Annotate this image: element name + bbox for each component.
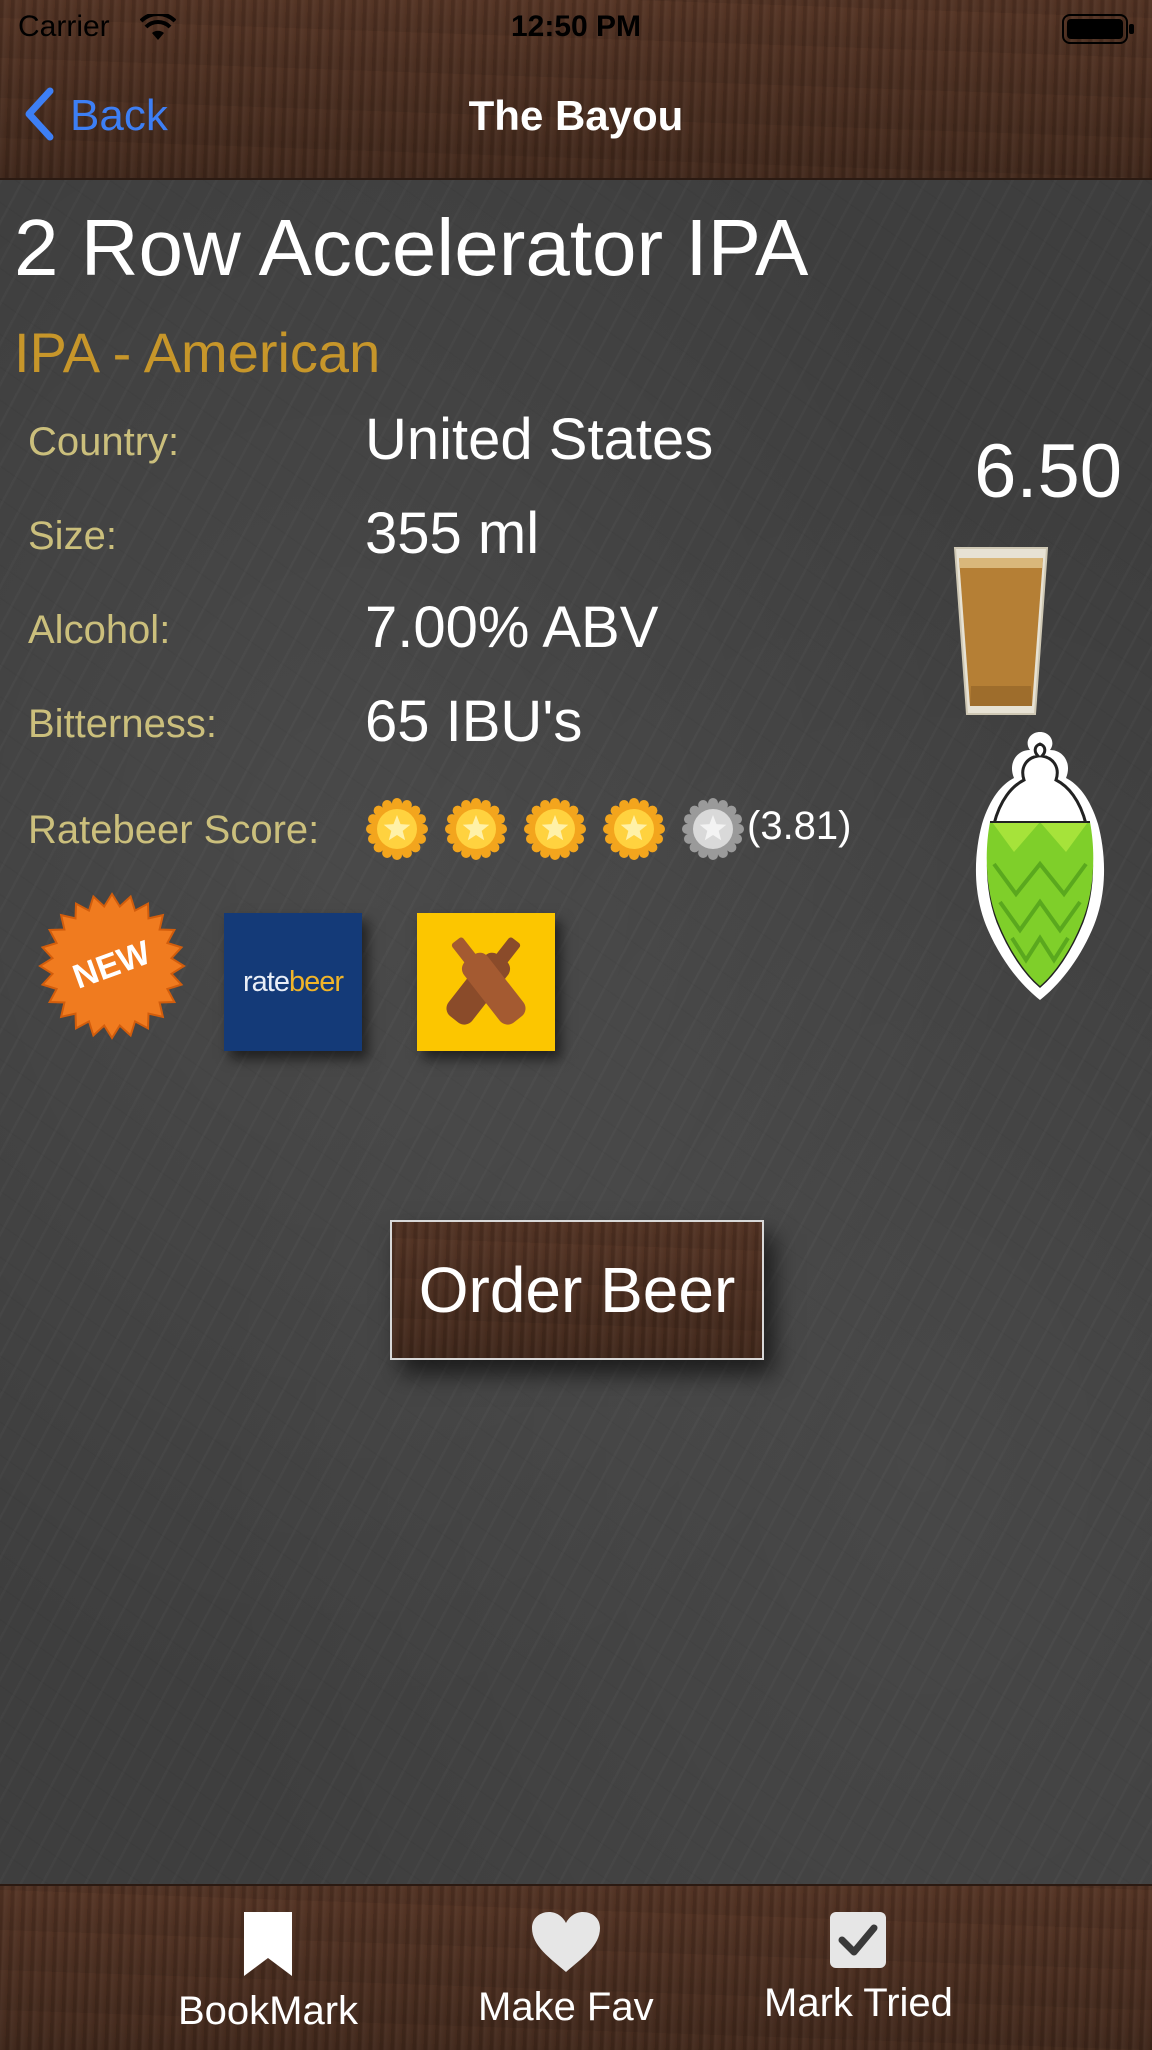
new-badge: NEW [38,892,186,1045]
rating-score: (3.81) [747,804,852,848]
beer-name: 2 Row Accelerator IPA [14,203,809,292]
detail-label: Alcohol: [28,608,171,652]
rating-label: Ratebeer Score: [28,808,320,852]
beer-style: IPA - American [14,321,381,384]
page-title: The Bayou [468,92,684,139]
detail-value: 65 IBU's [365,689,583,754]
detail-label: Bitterness: [28,702,217,746]
star-filled-icon [445,798,507,860]
heart-icon [530,1910,602,1979]
tab-label: Make Fav [478,1985,654,2029]
bookmark-icon [242,1910,294,1983]
untappd-bottles-icon [446,937,526,1025]
top-bar: Carrier 12:50 PM Back The Bayou [0,0,1152,180]
clock: 12:50 PM [510,10,642,43]
tab-label: BookMark [178,1989,359,2033]
star-filled-icon [524,798,586,860]
mark-tried-button[interactable]: Mark Tried [764,1910,953,2026]
make-fav-button[interactable]: Make Fav [478,1910,654,2030]
ratebeer-logo-text-beer: beer [288,965,344,998]
detail-label: Size: [28,514,117,558]
navigation-bar: Back The Bayou [0,56,1152,178]
detail-value: 355 ml [365,501,540,566]
detail-value: United States [365,407,714,472]
beer-price: 6.50 [974,429,1122,514]
ratebeer-logo-text-rate: rate [242,965,290,998]
star-filled-icon [366,798,428,860]
checkbox-icon [828,1910,888,1975]
star-empty-icon [682,798,744,860]
ratebeer-link[interactable]: rate beer [224,913,362,1051]
bookmark-button[interactable]: BookMark [178,1910,358,2034]
pint-glass-icon [953,546,1049,723]
star-filled-icon [603,798,665,860]
star-rating [366,798,761,860]
order-beer-button[interactable]: Order Beer [390,1220,764,1360]
beer-detail-panel: 2 Row Accelerator IPA IPA - American Cou… [0,180,1152,1884]
untappd-link[interactable] [417,913,555,1051]
battery-icon [1062,14,1136,49]
tab-label: Mark Tried [764,1981,953,2025]
hop-bitterness-icon [964,724,1116,1009]
detail-value: 7.00% ABV [365,595,659,660]
detail-label: Country: [28,420,180,464]
bottom-toolbar: BookMark Make Fav Mark Tried [0,1884,1152,2050]
status-bar: Carrier 12:50 PM [0,0,1152,56]
